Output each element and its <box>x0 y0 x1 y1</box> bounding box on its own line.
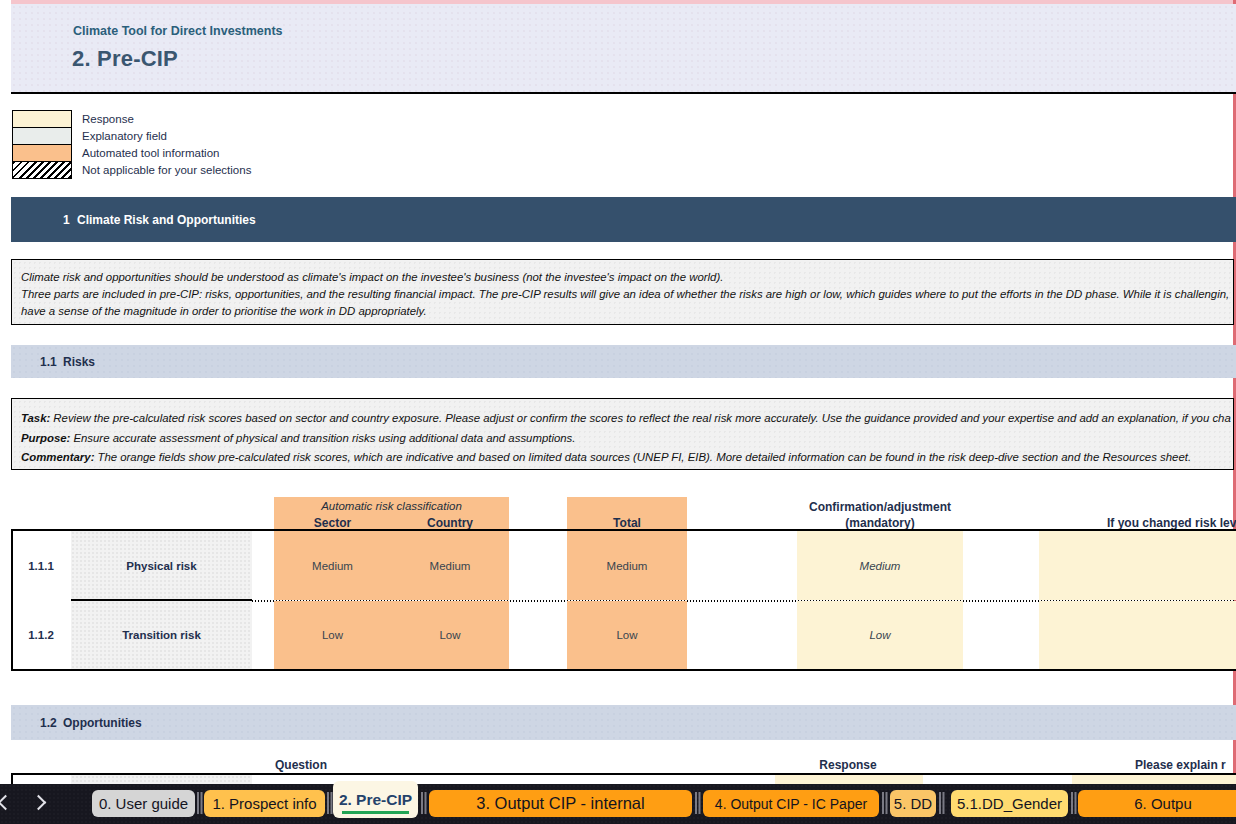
col-header-confirmation: Confirmation/adjustment <box>797 500 963 514</box>
intro-line: have a sense of the magnitude in order t… <box>21 303 1234 320</box>
tab-separator <box>327 792 329 814</box>
task-line: Task:Review the pre-calculated risk scor… <box>21 409 1234 429</box>
tab-separator <box>197 792 199 814</box>
col-header-please-explain: Please explain r <box>1135 758 1236 772</box>
section-number: 1.1 <box>40 355 63 369</box>
legend-swatch-not-applicable <box>12 161 72 179</box>
sheet-tab-dd[interactable]: 5. DD <box>890 790 936 817</box>
tab-separator <box>695 792 697 814</box>
sheet-tab-output-cip-ic-paper[interactable]: 4. Output CIP - IC Paper <box>703 790 879 817</box>
sheet-tab-bar: 0. User guide 1. Prospect info 2. Pre-CI… <box>0 784 1236 824</box>
sheet-tab-user-guide[interactable]: 0. User guide <box>92 790 195 817</box>
row-id: 1.1.1 <box>11 531 71 600</box>
row-label-transition-risk: Transition risk <box>71 601 252 669</box>
tab-separator <box>939 792 941 814</box>
col-header-question: Question <box>226 758 376 772</box>
active-tab-underline <box>342 811 409 814</box>
section-1-2-header: 1.2 Opportunities <box>11 705 1236 740</box>
tab-separator <box>882 792 884 814</box>
cell-transition-country: Low <box>391 601 509 669</box>
col-header-sector: Sector <box>274 516 391 530</box>
cell-physical-total: Medium <box>567 531 687 600</box>
section-1-1-header: 1.1 Risks <box>11 345 1236 378</box>
legend-swatch-response <box>12 110 72 128</box>
auto-classification-header: Automatic risk classification <box>274 500 509 512</box>
cell-physical-explanation[interactable] <box>1039 531 1236 600</box>
commentary-line: Commentary:The orange fields show pre-ca… <box>21 448 1234 468</box>
row-label-physical-risk: Physical risk <box>71 531 252 600</box>
cell-physical-sector: Medium <box>274 531 391 600</box>
purpose-line: Purpose:Ensure accurate assessment of ph… <box>21 429 1234 449</box>
cell-physical-country: Medium <box>391 531 509 600</box>
opportunities-explain-cell[interactable] <box>1072 775 1236 784</box>
opportunities-question-cell <box>71 775 252 784</box>
spreadsheet-page: Climate Tool for Direct Investments 2. P… <box>0 0 1236 824</box>
col-header-total: Total <box>567 516 687 530</box>
col-header-explain: If you changed risk leve <box>1107 516 1236 530</box>
section-number: 1 <box>63 213 77 227</box>
tab-separator <box>421 792 423 814</box>
legend-swatch-explanatory <box>12 127 72 145</box>
section-title: Opportunities <box>63 716 142 730</box>
intro-line: Three parts are included in pre-CIP: ris… <box>21 286 1234 303</box>
col-header-mandatory: (mandatory) <box>797 516 963 530</box>
col-header-country: Country <box>391 516 509 530</box>
section-1-intro-box: Climate risk and opportunities should be… <box>11 259 1234 325</box>
legend-label: Explanatory field <box>82 130 167 142</box>
cell-transition-sector: Low <box>274 601 391 669</box>
guidance-box: Task:Review the pre-calculated risk scor… <box>11 398 1234 470</box>
tabs-scroll-right-icon[interactable] <box>31 795 47 811</box>
section-title: Climate Risk and Opportunities <box>77 213 256 227</box>
cell-transition-explanation[interactable] <box>1039 601 1236 669</box>
col-header-response: Response <box>773 758 923 772</box>
cell-transition-total: Low <box>567 601 687 669</box>
section-title: Risks <box>63 355 95 369</box>
app-title: Climate Tool for Direct Investments <box>73 24 283 38</box>
opportunities-response-cell[interactable] <box>775 775 923 784</box>
sheet-tab-prospect-info[interactable]: 1. Prospect info <box>204 790 325 817</box>
legend-swatch-automated <box>12 144 72 162</box>
legend-label: Automated tool information <box>82 147 219 159</box>
section-number: 1.2 <box>40 716 63 730</box>
opportunities-table-left-border <box>11 775 13 784</box>
legend-label: Response <box>82 113 134 125</box>
row-id: 1.1.2 <box>11 601 71 669</box>
cell-transition-confirmation[interactable]: Low <box>797 601 963 669</box>
sheet-tab-output-cip-internal[interactable]: 3. Output CIP - internal <box>429 790 692 817</box>
section-1-header: 1 Climate Risk and Opportunities <box>11 197 1236 242</box>
page-title: 2. Pre-CIP <box>72 46 178 72</box>
sheet-tab-dd-gender[interactable]: 5.1.DD_Gender <box>951 790 1068 817</box>
legend-label: Not applicable for your selections <box>82 164 251 176</box>
tabs-scroll-left-icon[interactable] <box>0 795 13 811</box>
sheet-header: Climate Tool for Direct Investments 2. P… <box>11 4 1236 94</box>
tab-separator <box>1071 792 1073 814</box>
table-bottom-border <box>11 669 1236 671</box>
cell-physical-confirmation[interactable]: Medium <box>797 531 963 600</box>
sheet-tab-output-6[interactable]: 6. Outpu <box>1078 790 1236 817</box>
intro-line: Climate risk and opportunities should be… <box>21 269 1234 286</box>
table-left-border <box>11 531 13 669</box>
sheet-tab-pre-cip-active[interactable]: 2. Pre-CIP <box>333 781 418 818</box>
